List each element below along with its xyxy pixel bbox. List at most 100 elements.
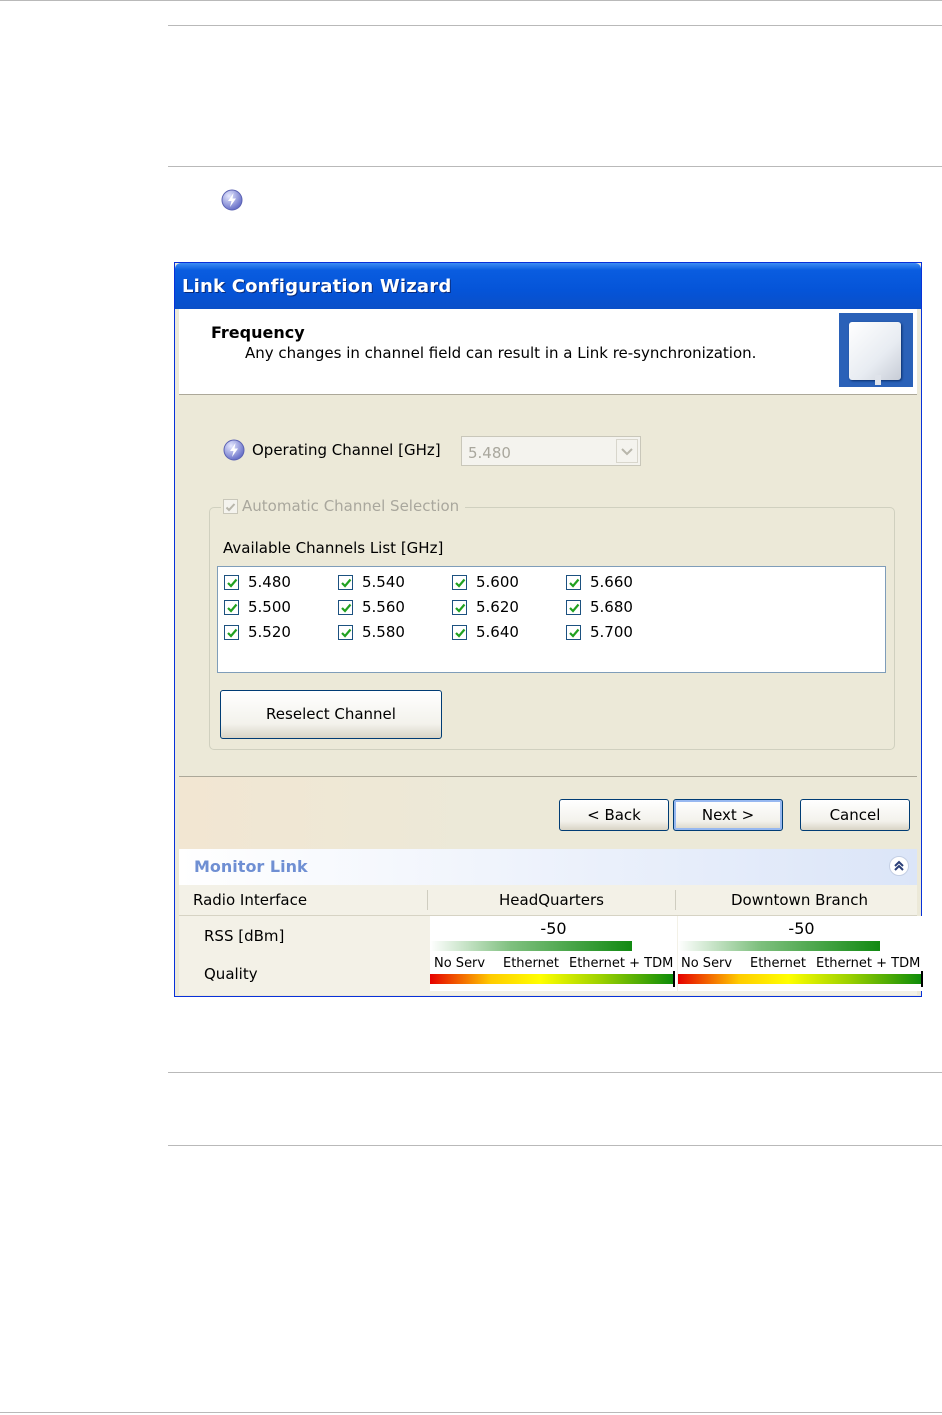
monitor-link-title: Monitor Link: [194, 857, 308, 876]
checkbox[interactable]: [566, 599, 581, 615]
channel-label: 5.560: [362, 598, 405, 616]
step-description: Any changes in channel field can result …: [245, 344, 757, 362]
wizard-body: Operating Channel [GHz] 5.480 Automatic …: [179, 395, 917, 777]
page-bottom-rule: [0, 1412, 942, 1413]
channel-label: 5.520: [248, 623, 291, 641]
collapse-button[interactable]: [889, 856, 909, 876]
column-header-site: HeadQuarters: [499, 891, 604, 909]
step-title: Frequency: [211, 323, 305, 342]
site-status-cell: -50 No Serv Ethernet Ethernet + TDM: [430, 916, 677, 991]
channel-item[interactable]: 5.520: [224, 623, 291, 641]
checkbox[interactable]: [566, 574, 581, 590]
cancel-button[interactable]: Cancel: [800, 799, 910, 831]
chevron-down-icon: [621, 448, 633, 456]
wizard-header: Frequency Any changes in channel field c…: [179, 309, 917, 395]
channel-item[interactable]: 5.600: [452, 573, 519, 591]
page-top-rule: [0, 0, 942, 1]
section-rule: [168, 1072, 942, 1073]
channel-item[interactable]: 5.500: [224, 598, 291, 616]
automatic-channel-selection-checkbox[interactable]: Automatic Channel Selection: [221, 497, 466, 515]
wizard-footer: < Back Next > Cancel: [179, 777, 917, 849]
antenna-mount: [875, 375, 881, 385]
monitor-link-header[interactable]: Monitor Link: [179, 849, 917, 885]
check-icon: [569, 603, 580, 613]
quality-scale-label: Ethernet: [750, 956, 806, 971]
site-status-cell: -50 No Serv Ethernet Ethernet + TDM: [678, 916, 925, 991]
window-title: Link Configuration Wizard: [182, 276, 452, 297]
channel-item[interactable]: 5.640: [452, 623, 519, 641]
antenna-panel-icon: [849, 322, 901, 380]
check-icon: [455, 603, 466, 613]
quality-row-label: Quality: [204, 965, 258, 983]
quality-scale-label: No Serv: [681, 956, 733, 971]
channel-item[interactable]: 5.660: [566, 573, 633, 591]
channel-item[interactable]: 5.680: [566, 598, 633, 616]
quality-scale-label: Ethernet + TDM: [816, 956, 921, 971]
back-button[interactable]: < Back: [559, 799, 669, 831]
channel-label: 5.640: [476, 623, 519, 641]
checkbox[interactable]: [338, 574, 353, 590]
next-button[interactable]: Next >: [673, 799, 783, 831]
channel-label: 5.700: [590, 623, 633, 641]
channel-item[interactable]: 5.700: [566, 623, 633, 641]
check-icon: [455, 628, 466, 638]
channel-label: 5.660: [590, 573, 633, 591]
chevron-double-up-icon: [894, 860, 904, 871]
automatic-channel-selection-label: Automatic Channel Selection: [242, 497, 460, 515]
quality-marker: [921, 971, 923, 987]
channel-label: 5.580: [362, 623, 405, 641]
quality-scale-label: No Serv: [434, 956, 486, 971]
checkbox[interactable]: [566, 624, 581, 640]
channel-label: 5.620: [476, 598, 519, 616]
quality-marker: [673, 971, 675, 987]
monitor-link-table: Radio Interface HeadQuarters Downtown Br…: [179, 885, 925, 995]
title-bar: Link Configuration Wizard: [175, 263, 921, 309]
dropdown-button[interactable]: [616, 439, 638, 463]
checkbox[interactable]: [224, 599, 239, 615]
check-icon: [569, 578, 580, 588]
channel-item[interactable]: 5.580: [338, 623, 405, 641]
checkbox[interactable]: [452, 599, 467, 615]
quality-bar: [430, 974, 675, 984]
checkbox[interactable]: [452, 624, 467, 640]
lightning-icon: [223, 439, 245, 461]
quality-scale-label: Ethernet + TDM: [569, 956, 674, 971]
channel-item[interactable]: 5.620: [452, 598, 519, 616]
checkbox[interactable]: [224, 574, 239, 590]
channel-label: 5.500: [248, 598, 291, 616]
check-icon: [341, 628, 352, 638]
checkbox[interactable]: [224, 624, 239, 640]
lightning-icon: [221, 189, 243, 211]
quality-bar: [678, 974, 923, 984]
channel-item[interactable]: 5.480: [224, 573, 291, 591]
link-configuration-wizard-window: Link Configuration Wizard Frequency Any …: [174, 262, 925, 997]
check-icon: [227, 603, 238, 613]
column-header-site: Downtown Branch: [730, 891, 868, 909]
available-channels-list[interactable]: 5.480 5.500 5.520 5.540 5.560 5.580 5.60…: [217, 566, 886, 673]
checkbox[interactable]: [223, 498, 238, 514]
channel-item[interactable]: 5.560: [338, 598, 405, 616]
section-rule: [168, 1145, 942, 1146]
rss-row-label: RSS [dBm]: [204, 927, 285, 945]
checkbox[interactable]: [338, 599, 353, 615]
quality-scale-label: Ethernet: [503, 956, 559, 971]
check-icon: [341, 603, 352, 613]
check-icon: [227, 628, 238, 638]
rss-value: -50: [788, 919, 815, 938]
channel-item[interactable]: 5.540: [338, 573, 405, 591]
channel-label: 5.680: [590, 598, 633, 616]
reselect-channel-button[interactable]: Reselect Channel: [220, 690, 442, 739]
check-icon: [341, 578, 352, 588]
available-channels-label: Available Channels List [GHz]: [223, 539, 444, 557]
section-rule: [168, 166, 942, 167]
check-icon: [569, 628, 580, 638]
operating-channel-select[interactable]: 5.480: [461, 436, 641, 466]
column-header-radio-interface: Radio Interface: [193, 891, 308, 909]
section-rule: [168, 25, 942, 26]
checkbox[interactable]: [452, 574, 467, 590]
checkbox[interactable]: [338, 624, 353, 640]
rss-value: -50: [540, 919, 567, 938]
check-icon: [455, 578, 466, 588]
channel-label: 5.540: [362, 573, 405, 591]
channel-label: 5.480: [248, 573, 291, 591]
